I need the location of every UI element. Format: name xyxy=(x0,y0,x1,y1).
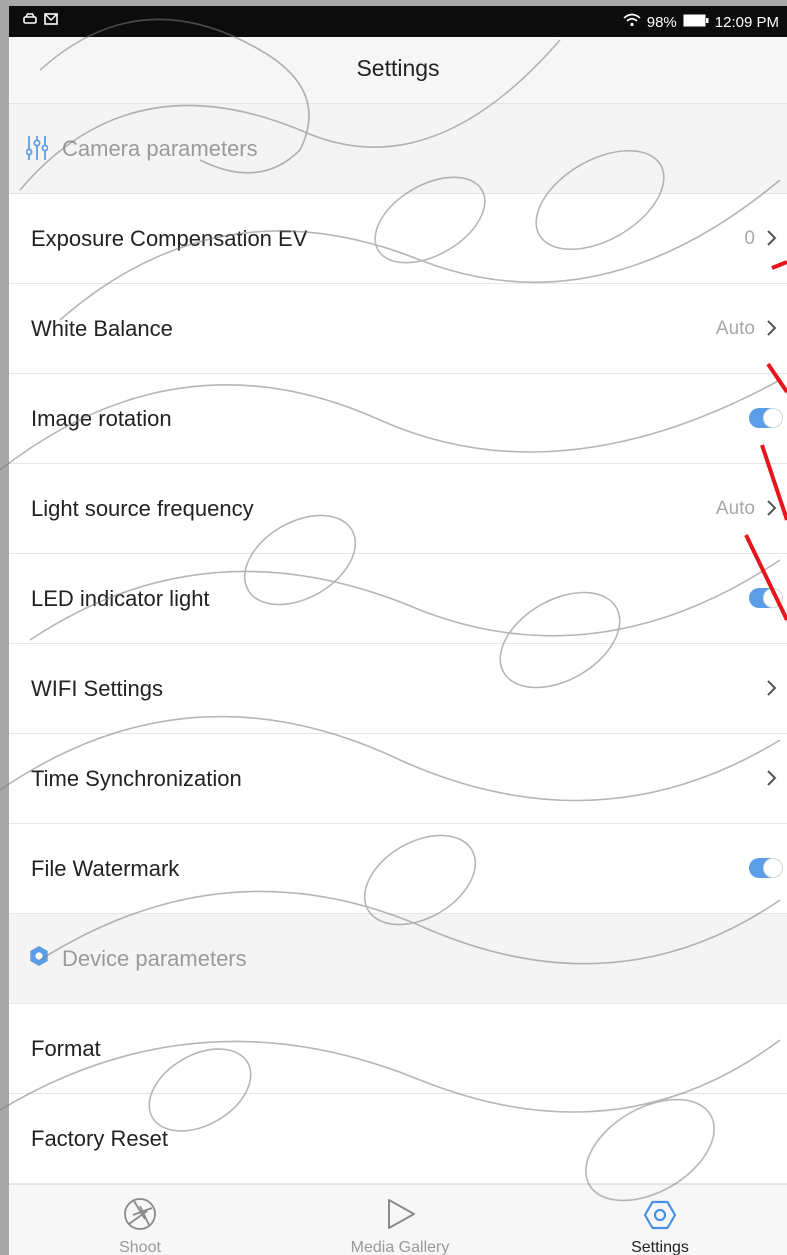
gear-icon xyxy=(642,1197,678,1238)
setting-exposure-compensation[interactable]: Exposure Compensation EV 0 xyxy=(9,194,787,284)
section-label: Device parameters xyxy=(62,945,247,971)
setting-led-indicator: LED indicator light xyxy=(9,554,787,644)
app-screen: 98% 12:09 PM Settings Camera parameters … xyxy=(9,6,787,1255)
setting-label: White Balance xyxy=(31,315,173,341)
settings-list: Camera parameters Exposure Compensation … xyxy=(9,104,787,1184)
chevron-right-icon xyxy=(766,679,778,702)
wifi-icon xyxy=(623,13,641,31)
chevron-right-icon xyxy=(766,319,778,342)
tab-label: Shoot xyxy=(119,1239,161,1255)
section-device-parameters: Device parameters xyxy=(9,914,787,1004)
setting-label: Image rotation xyxy=(31,405,172,431)
tab-media-gallery[interactable]: Media Gallery xyxy=(320,1185,480,1255)
battery-percent: 98% xyxy=(646,13,677,31)
chevron-right-icon xyxy=(766,499,778,522)
battery-icon xyxy=(683,14,709,31)
page-title: Settings xyxy=(356,55,440,81)
header: Settings xyxy=(9,37,787,104)
setting-wifi[interactable]: WIFI Settings xyxy=(9,644,787,734)
sliders-icon xyxy=(25,134,49,167)
tab-settings[interactable]: Settings xyxy=(580,1185,740,1255)
play-icon xyxy=(383,1197,417,1236)
setting-white-balance[interactable]: White Balance Auto xyxy=(9,284,787,374)
image-rotation-toggle[interactable] xyxy=(749,408,783,428)
led-indicator-toggle[interactable] xyxy=(749,588,783,608)
status-bar: 98% 12:09 PM xyxy=(9,6,787,37)
setting-label: Format xyxy=(31,1035,101,1061)
setting-label: Light source frequency xyxy=(31,495,254,521)
setting-file-watermark: File Watermark xyxy=(9,824,787,914)
setting-image-rotation: Image rotation xyxy=(9,374,787,464)
chevron-right-icon xyxy=(766,229,778,252)
setting-label: WIFI Settings xyxy=(31,675,164,701)
setting-factory-reset[interactable]: Factory Reset xyxy=(9,1094,787,1184)
car-icon xyxy=(23,12,37,29)
setting-label: LED indicator light xyxy=(31,585,210,611)
clock: 12:09 PM xyxy=(714,13,779,31)
setting-light-source-frequency[interactable]: Light source frequency Auto xyxy=(9,464,787,554)
gear-icon xyxy=(26,944,52,975)
tab-label: Settings xyxy=(631,1239,689,1255)
setting-value: Auto xyxy=(715,497,755,519)
aperture-icon xyxy=(123,1197,157,1236)
section-camera-parameters: Camera parameters xyxy=(9,104,787,194)
setting-label: Exposure Compensation EV xyxy=(31,225,308,251)
setting-label: Factory Reset xyxy=(31,1125,168,1151)
setting-time-sync[interactable]: Time Synchronization xyxy=(9,734,787,824)
bottom-tab-bar: Shoot Media Gallery Settings xyxy=(9,1184,787,1255)
mail-icon xyxy=(44,12,58,29)
setting-format[interactable]: Format xyxy=(9,1004,787,1094)
tab-shoot[interactable]: Shoot xyxy=(60,1185,220,1255)
chevron-right-icon xyxy=(766,769,778,792)
setting-label: Time Synchronization xyxy=(31,765,242,791)
section-label: Camera parameters xyxy=(62,135,258,161)
file-watermark-toggle[interactable] xyxy=(749,858,783,878)
setting-label: File Watermark xyxy=(31,855,180,881)
setting-value: Auto xyxy=(715,317,755,339)
tab-label: Media Gallery xyxy=(350,1239,450,1255)
setting-value: 0 xyxy=(744,227,755,249)
